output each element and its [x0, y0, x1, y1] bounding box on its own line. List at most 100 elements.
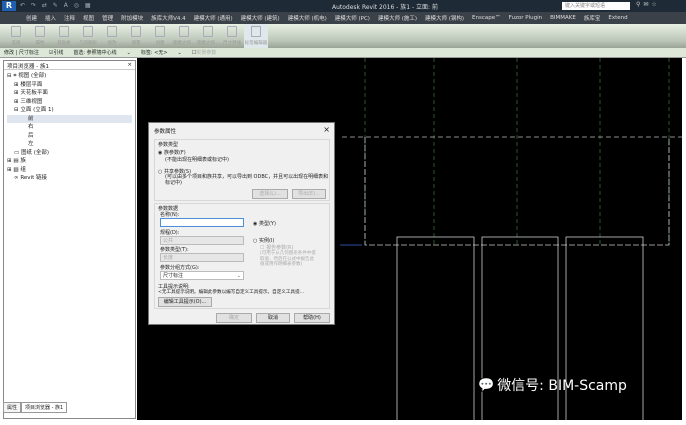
tree-item[interactable]: 左 [7, 140, 132, 149]
group-select[interactable]: 尺寸标注 ⌄ [160, 271, 244, 280]
browser-title: 项目浏览器 - 族1 [7, 64, 49, 70]
ribbon-button[interactable]: 几何图形 [76, 24, 100, 48]
tree-item[interactable]: ▭ 图纸 (全部) [7, 149, 132, 158]
ribbon-panel: 选择 属性 剪贴板 几何图形 修改 测量 创建 建模大师... 建模大师... 尺寸界线 标签编辑器 [0, 24, 686, 48]
wechat-icon: 💬 [478, 377, 495, 393]
tree-node-icon: ⊟ ⌗ [7, 73, 19, 79]
prefer-select[interactable]: 首选: 参照墙中心线 [73, 49, 116, 56]
ribbon-tabs: 创建 插入 注释 视图 管理 附加模块 族库大师V4.4 建模大师 (通用) 建模大师 (建筑)… [0, 12, 686, 24]
ribbon-button[interactable]: 属性 [28, 24, 52, 48]
tool-icon [131, 26, 141, 37]
ribbon-button[interactable]: 修改 [100, 24, 124, 48]
param-type-select[interactable]: 长度 [160, 253, 244, 262]
tool-icon [35, 26, 45, 37]
discipline-label: 规程(D): [160, 230, 180, 236]
tree-item[interactable]: ⊞ ▤ 族 [7, 157, 132, 166]
tab-item[interactable]: 建模大师 (通用) [194, 14, 233, 22]
label-select[interactable]: 标签: <无> [141, 49, 168, 56]
tool-icon [179, 26, 189, 37]
discipline-select[interactable]: 公共 [160, 236, 244, 245]
ribbon-button[interactable]: 剪贴板 [52, 24, 76, 48]
reference-planes [364, 58, 670, 245]
param-type-label: 参数类型(T): [160, 247, 189, 253]
watermark: 💬 微信号: BIM-Scamp [478, 377, 627, 395]
application-menu-button[interactable]: R [2, 1, 16, 11]
shared-param-note: (可以由多个项目和族共享，可以导出到 ODBC，并且可以出现在明细表和 标记中) [165, 174, 329, 186]
ribbon-button[interactable]: 尺寸界线 [220, 24, 244, 48]
tree-item[interactable]: ∞ Revit 链接 [7, 174, 132, 183]
tab-item[interactable]: 附加模块 [121, 14, 143, 22]
tab-item[interactable]: 建模大师 (建筑) [241, 14, 280, 22]
ribbon-button[interactable]: 测量 [124, 24, 148, 48]
help-button[interactable]: 帮助(H) [294, 313, 330, 323]
tab-item[interactable]: 建模大师 (机电) [288, 14, 327, 22]
leader-checkbox[interactable]: ☑引线 [49, 49, 64, 56]
tab-item[interactable]: 创建 [26, 14, 37, 22]
tab-item[interactable]: Fuzor Plugin [509, 15, 542, 21]
tree-item[interactable]: 后 [7, 132, 132, 141]
tree-item[interactable]: ⊟ 立面 (立面 1) [7, 106, 132, 115]
family-param-radio[interactable]: ◉ 族参数(F) [158, 149, 186, 156]
ribbon-button[interactable]: 建模大师... [172, 24, 196, 48]
infocenter-icons[interactable]: ⚲✉☆ [636, 1, 660, 8]
tab-item[interactable]: 建模大师 (PC) [335, 14, 370, 22]
window-title: Autodesk Revit 2016 - 族1 - 立面: 前 [332, 4, 438, 11]
param-type-heading: 参数类型 [158, 142, 179, 148]
project-browser: 项目浏览器 - 族1 × ⊟ ⌗ 视图 (全部) ⊞ 楼层平面 ⊞ 天花板平面 ⊞ 三维… [3, 60, 136, 419]
ribbon-button[interactable]: 选择 [4, 24, 28, 48]
close-icon[interactable]: × [323, 125, 330, 134]
tool-icon [227, 26, 237, 37]
tree-node-icon: ⊞ ▤ [7, 158, 21, 164]
tool-icon [83, 26, 93, 37]
tree-item[interactable]: ⊞ 三维视图 [7, 98, 132, 107]
tab-item[interactable]: Extend [608, 15, 627, 21]
name-input[interactable] [160, 218, 244, 227]
select-button[interactable]: 选择(L)... [252, 189, 288, 199]
tab-item[interactable]: 视图 [83, 14, 94, 22]
name-label: 名称(N): [160, 212, 180, 218]
report-param-note: (可用于从几何图形条件中提 取值，然后在公式中报告此 值或用作明细表参数) [260, 251, 316, 267]
tab-item[interactable]: 注释 [64, 14, 75, 22]
tab-item[interactable]: 族库大师V4.4 [151, 14, 186, 22]
tab-project-browser[interactable]: 项目浏览器 - 族1 [21, 402, 68, 413]
report-param-checkbox[interactable]: ☐ 报告参数(R) [260, 244, 293, 251]
tree-item[interactable]: ⊞ 天花板平面 [7, 89, 132, 98]
tree-item[interactable]: ⊟ ⌗ 视图 (全部) [7, 72, 132, 81]
dialog-title: 参数属性 [154, 129, 177, 135]
tool-icon [203, 26, 213, 37]
tool-icon [107, 26, 117, 37]
tree-item[interactable]: ⊞ 楼层平面 [7, 81, 132, 90]
tool-icon [251, 26, 261, 37]
ribbon-button[interactable]: 建模大师... [196, 24, 220, 48]
search-input[interactable]: 键入关键字或短语 [562, 2, 630, 10]
ribbon-button[interactable]: 标签编辑器 [244, 24, 268, 48]
tab-item[interactable]: 族库宝 [584, 14, 601, 22]
instance-radio[interactable]: ○ 实例(I) [253, 237, 274, 244]
edit-tooltip-button[interactable]: 编辑工具提示(O)... [158, 297, 212, 307]
browser-tabs: 属性 项目浏览器 - 族1 [3, 402, 68, 413]
tree-item[interactable]: ⊞ ▧ 组 [7, 166, 132, 175]
tab-item[interactable]: Enscape™ [472, 15, 501, 21]
export-button[interactable]: 导出(E)... [292, 189, 326, 199]
tab-item[interactable]: 建模大师 (施工) [378, 14, 417, 22]
parameter-properties-dialog: 参数属性 × 参数类型 ◉ 族参数(F) (不能出现在明细表或标记中) ○ 共享… [148, 122, 335, 325]
cancel-button[interactable]: 取消 [256, 313, 290, 323]
ok-button[interactable]: 确定 [216, 313, 252, 323]
tree-node-icon: ▭ [14, 149, 21, 156]
options-bar: 修改 | 尺寸标注 ☑引线 首选: 参照墙中心线 ⌄ 标签: <无> ⌄ ☐实例参数 [0, 48, 686, 58]
ribbon-button[interactable]: 创建 [148, 24, 172, 48]
close-icon[interactable]: × [127, 62, 132, 68]
context-label: 修改 | 尺寸标注 [4, 50, 39, 56]
tab-item[interactable]: 插入 [45, 14, 56, 22]
tree-item[interactable]: 前 [7, 114, 132, 123]
tree-item[interactable]: 右 [7, 123, 132, 132]
type-radio[interactable]: ◉ 类型(Y) [253, 220, 276, 227]
tab-item[interactable]: BIMMAKE [550, 15, 576, 21]
tab-item[interactable]: 管理 [102, 14, 113, 22]
quick-access-toolbar[interactable]: ↶ ↷ ⇄ ✎ A ◎ ▦ [20, 2, 93, 9]
tool-icon [11, 26, 21, 37]
title-bar: R ↶ ↷ ⇄ ✎ A ◎ ▦ Autodesk Revit 2016 - 族1… [0, 0, 686, 12]
instance-param-checkbox[interactable]: ☐实例参数 [192, 49, 217, 56]
tab-properties[interactable]: 属性 [3, 402, 22, 413]
tab-item[interactable]: 建模大师 (钢构) [425, 14, 464, 22]
